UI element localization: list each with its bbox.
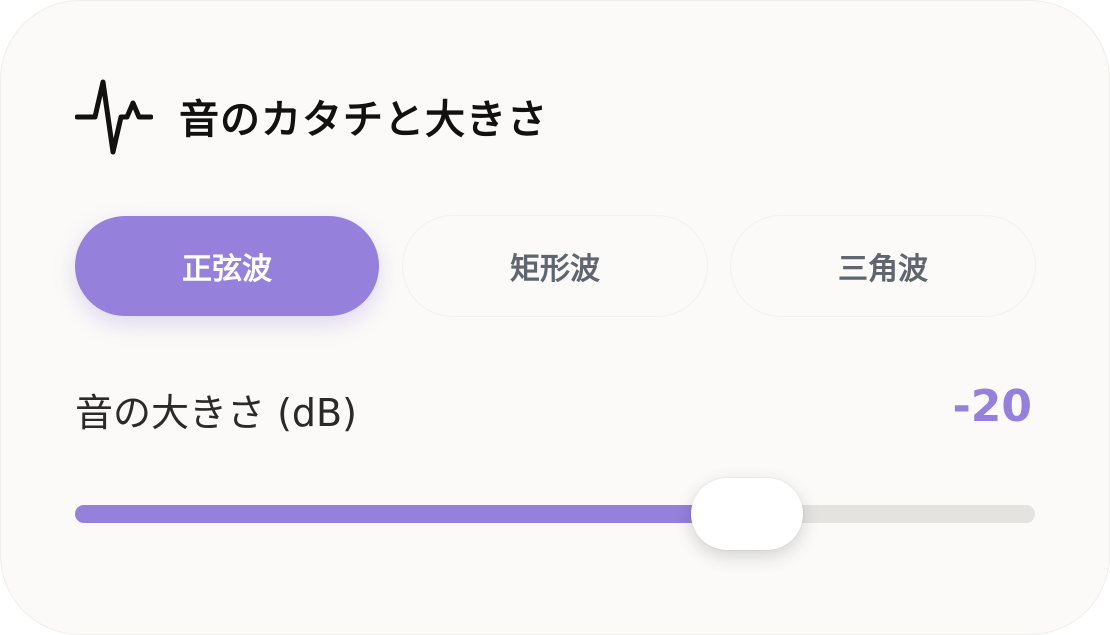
- volume-label: 音の大きさ (dB): [75, 391, 357, 435]
- slider-thumb[interactable]: [691, 478, 803, 550]
- tab-square[interactable]: 矩形波: [403, 216, 707, 316]
- sound-settings-card: 音のカタチと大きさ 正弦波 矩形波 三角波 音の大きさ (dB) -20: [0, 0, 1110, 635]
- waveform-icon: [75, 79, 153, 155]
- volume-slider[interactable]: [75, 470, 1035, 560]
- waveform-tabs: 正弦波 矩形波 三角波: [75, 216, 1035, 316]
- volume-value: -20: [952, 381, 1033, 432]
- tab-triangle-label: 三角波: [838, 252, 928, 287]
- card-header: 音のカタチと大きさ: [75, 76, 548, 156]
- tab-sine[interactable]: 正弦波: [75, 216, 379, 316]
- tab-triangle[interactable]: 三角波: [731, 216, 1035, 316]
- card-title: 音のカタチと大きさ: [179, 97, 548, 143]
- slider-fill: [75, 505, 747, 523]
- tab-sine-label: 正弦波: [182, 252, 272, 287]
- tab-square-label: 矩形波: [510, 252, 600, 287]
